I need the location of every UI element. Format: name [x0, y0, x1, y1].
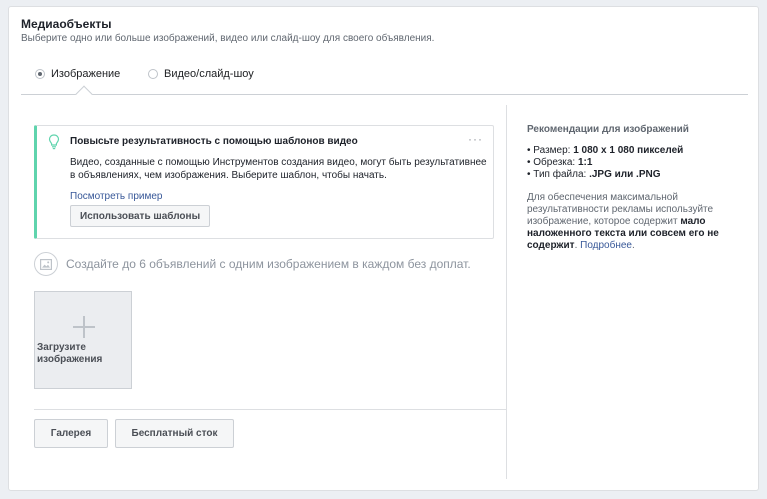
use-templates-button[interactable]: Использовать шаблоны	[70, 205, 211, 227]
plus-icon	[73, 316, 95, 338]
media-objects-panel: Медиаобъекты Выберите одно или больше из…	[8, 6, 759, 491]
note-text: Создайте до 6 объявлений с одним изображ…	[66, 257, 471, 271]
recommendation-file-type: Тип файла: .JPG или .PNG	[527, 169, 737, 181]
tip-title: Повысьте результативность с помощью шабл…	[70, 136, 358, 147]
free-stock-button[interactable]: Бесплатный сток	[115, 419, 234, 448]
tab-indicator	[75, 85, 93, 103]
view-example-link[interactable]: Посмотреть пример	[70, 191, 162, 202]
tab-image-label: Изображение	[51, 68, 121, 80]
column-divider	[506, 105, 507, 479]
image-recommendations: Рекомендации для изображений Размер: 1 0…	[527, 124, 737, 252]
section-title: Медиаобъекты	[21, 17, 112, 31]
tab-video-slideshow-label: Видео/слайд-шоу	[164, 68, 254, 80]
media-type-tabs: Изображение Видео/слайд-шоу	[21, 61, 748, 103]
learn-more-link[interactable]: Подробнее	[580, 240, 632, 251]
single-image-note: Создайте до 6 объявлений с одним изображ…	[34, 252, 471, 276]
tab-video-slideshow[interactable]: Видео/слайд-шоу	[148, 68, 254, 80]
tab-image[interactable]: Изображение	[35, 68, 120, 80]
recommendations-title: Рекомендации для изображений	[527, 124, 689, 135]
radio-image[interactable]	[35, 69, 45, 79]
section-subtitle: Выберите одно или больше изображений, ви…	[21, 33, 435, 44]
radio-video-slideshow[interactable]	[148, 69, 158, 79]
video-templates-tip: Повысьте результативность с помощью шабл…	[34, 125, 494, 239]
upload-images-tile[interactable]: Загрузите изображения	[34, 291, 132, 389]
upload-label: Загрузите изображения	[37, 342, 103, 365]
recommendations-text: Для обеспечения максимальной результатив…	[527, 192, 719, 251]
tip-body: Видео, созданные с помощью Инструментов …	[70, 157, 487, 181]
recommendations-list: Размер: 1 080 x 1 080 пикселей Обрезка: …	[527, 145, 737, 181]
gallery-button[interactable]: Галерея	[34, 419, 108, 448]
lightbulb-icon	[48, 134, 60, 150]
more-options-icon[interactable]: ···	[468, 132, 483, 146]
recommendation-crop: Обрезка: 1:1	[527, 157, 737, 169]
image-icon	[34, 252, 58, 276]
divider	[34, 409, 506, 410]
recommendation-size: Размер: 1 080 x 1 080 пикселей	[527, 145, 737, 157]
